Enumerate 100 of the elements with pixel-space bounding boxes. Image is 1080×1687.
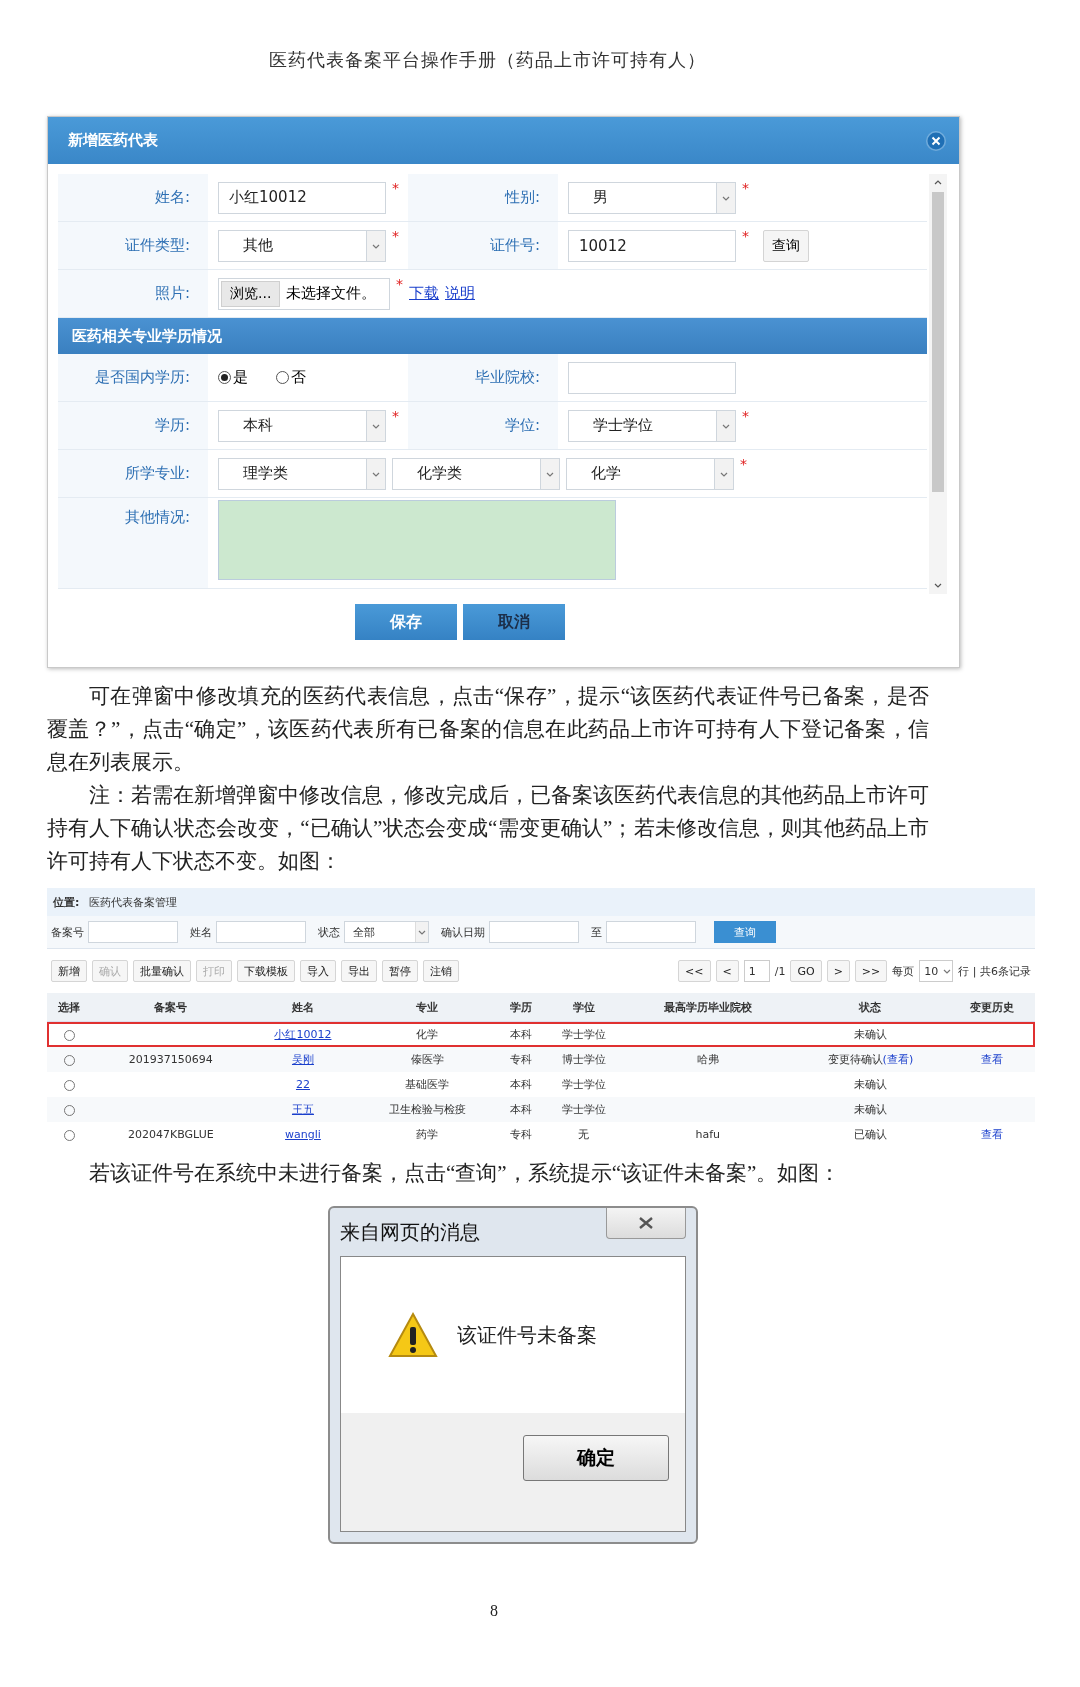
filter-label: 姓名 [190, 924, 212, 940]
required-mark: * [392, 408, 399, 424]
breadcrumb: 医药代表备案管理 [89, 894, 178, 910]
link[interactable]: 下载 [409, 284, 439, 303]
column-header: 变更历史 [949, 993, 1035, 1022]
status-text: 未确认 [853, 1078, 887, 1091]
table-cell: 博士学位 [561, 1053, 606, 1066]
dialog-title: 新增医药代表 [68, 131, 158, 150]
pager-button[interactable]: > [826, 960, 850, 982]
name-link[interactable]: 小红10012 [274, 1028, 332, 1041]
warning-icon [387, 1311, 439, 1359]
file-picker[interactable]: 浏览... 未选择文件。 [218, 277, 390, 310]
name-link[interactable]: wangli [285, 1128, 321, 1141]
field-label: 学历: [58, 402, 208, 449]
browse-button[interactable]: 浏览... [221, 280, 281, 307]
message-box-title: 来自网页的消息 [340, 1218, 480, 1246]
filter-field[interactable] [489, 921, 579, 943]
field-label: 证件号: [408, 222, 558, 269]
required-mark: * [742, 408, 749, 424]
dropdown[interactable]: 本科 [218, 409, 386, 442]
ok-button[interactable]: 确定 [523, 1435, 669, 1481]
pager-button[interactable]: GO [790, 960, 822, 982]
toolbar-button[interactable]: 新增 [51, 960, 87, 982]
radio-button[interactable] [218, 371, 231, 384]
filter-field[interactable] [88, 921, 178, 943]
table-cell: 专科 [509, 1128, 532, 1141]
scrollbar[interactable] [929, 174, 947, 594]
page-field[interactable]: 1 [743, 960, 770, 982]
filter-label: 至 [591, 924, 602, 940]
pager-button[interactable]: < [715, 960, 739, 982]
toolbar-button[interactable]: 导出 [341, 960, 377, 982]
column-header: 状态 [791, 993, 950, 1022]
history-link[interactable]: 查看 [981, 1128, 1004, 1141]
name-link[interactable]: 吴刚 [291, 1053, 314, 1066]
status-text: 未确认 [853, 1028, 887, 1041]
view-link[interactable]: (查看) [882, 1053, 914, 1066]
filter-label: 确认日期 [441, 924, 485, 940]
pager-button[interactable]: << [678, 960, 711, 982]
link[interactable]: 说明 [445, 284, 475, 303]
table-cell: 学士学位 [561, 1103, 606, 1116]
table-cell: 202047KBGLUE [127, 1128, 214, 1141]
table-cell: 本科 [509, 1078, 532, 1091]
status-dropdown[interactable]: 全部 [344, 921, 429, 943]
pager-text: 行 | 共6条记录 [958, 963, 1031, 979]
radio-button[interactable] [276, 371, 289, 384]
name-link[interactable]: 22 [295, 1078, 310, 1091]
page-number: 8 [490, 1602, 499, 1620]
dropdown[interactable]: 男 [568, 181, 736, 214]
column-header: 选择 [47, 993, 92, 1022]
field-label: 所学专业: [58, 450, 208, 497]
column-header: 最高学历毕业院校 [624, 993, 792, 1022]
text-field[interactable]: 10012 [568, 229, 736, 262]
table-cell: 卫生检验与检疫 [388, 1103, 466, 1116]
pager-button[interactable]: >> [854, 960, 888, 982]
close-button[interactable] [606, 1208, 686, 1239]
message-text: 该证件号未备案 [457, 1321, 597, 1349]
dropdown[interactable]: 化学 [566, 457, 734, 490]
location-label: 位置: [53, 894, 80, 910]
pager-text: 每页 [892, 963, 915, 979]
name-link[interactable]: 王五 [291, 1103, 314, 1116]
table-cell: 哈弗 [696, 1053, 719, 1066]
table-cell: 化学 [416, 1028, 439, 1041]
history-link[interactable]: 查看 [981, 1053, 1004, 1066]
table-cell: 基础医学 [405, 1078, 450, 1091]
column-header: 姓名 [250, 993, 356, 1022]
field-label: 学位: [408, 402, 558, 449]
dropdown[interactable]: 理学类 [218, 457, 386, 490]
toolbar-button[interactable]: 暂停 [382, 960, 418, 982]
toolbar-button[interactable]: 下载模板 [237, 960, 295, 982]
required-mark: * [740, 456, 747, 472]
status-text: 已确认 [853, 1128, 887, 1141]
table-cell: 本科 [509, 1103, 532, 1116]
field-label: 照片: [58, 270, 208, 317]
paragraph: 若该证件号在系统中未进行备案，点击“查询”，系统提示“该证件未备案”。如图： [88, 1160, 842, 1187]
dropdown[interactable]: 学士学位 [568, 409, 736, 442]
table-cell: hafu [695, 1128, 721, 1141]
text-field[interactable] [568, 361, 736, 394]
filter-field[interactable] [216, 921, 306, 943]
column-header: 学位 [542, 993, 625, 1022]
close-icon[interactable] [925, 129, 947, 152]
toolbar-button[interactable]: 导入 [300, 960, 336, 982]
field-label: 毕业院校: [408, 354, 558, 401]
required-mark: * [392, 180, 399, 196]
required-mark: * [396, 276, 403, 292]
required-mark: * [742, 228, 749, 244]
save-button[interactable]: 保存 [354, 604, 457, 640]
toolbar-button[interactable]: 批量确认 [133, 960, 191, 982]
text-field[interactable]: 小红10012 [218, 181, 386, 214]
dropdown[interactable]: 其他 [218, 229, 386, 262]
dropdown[interactable]: 化学类 [392, 457, 560, 490]
field-label: 其他情况: [58, 498, 208, 588]
paragraph: 注：若需在新增弹窗中修改信息，修改完成后，已备案该医药代表信息的其他药品上市许可持有人下确认状态会改变，“已确认”状态会变成“需变更确认”；若未修改信息，则其他药品上市许可持有人下状态不变。如图： [47, 782, 929, 875]
field-label: 是否国内学历: [58, 354, 208, 401]
filter-field[interactable] [606, 921, 696, 943]
toolbar-button[interactable]: 注销 [423, 960, 459, 982]
cancel-button[interactable]: 取消 [462, 604, 565, 640]
table-cell: 本科 [509, 1028, 532, 1041]
query-button[interactable]: 查询 [763, 229, 809, 262]
required-mark: * [392, 228, 399, 244]
page-size-dropdown[interactable]: 10 [919, 960, 954, 982]
